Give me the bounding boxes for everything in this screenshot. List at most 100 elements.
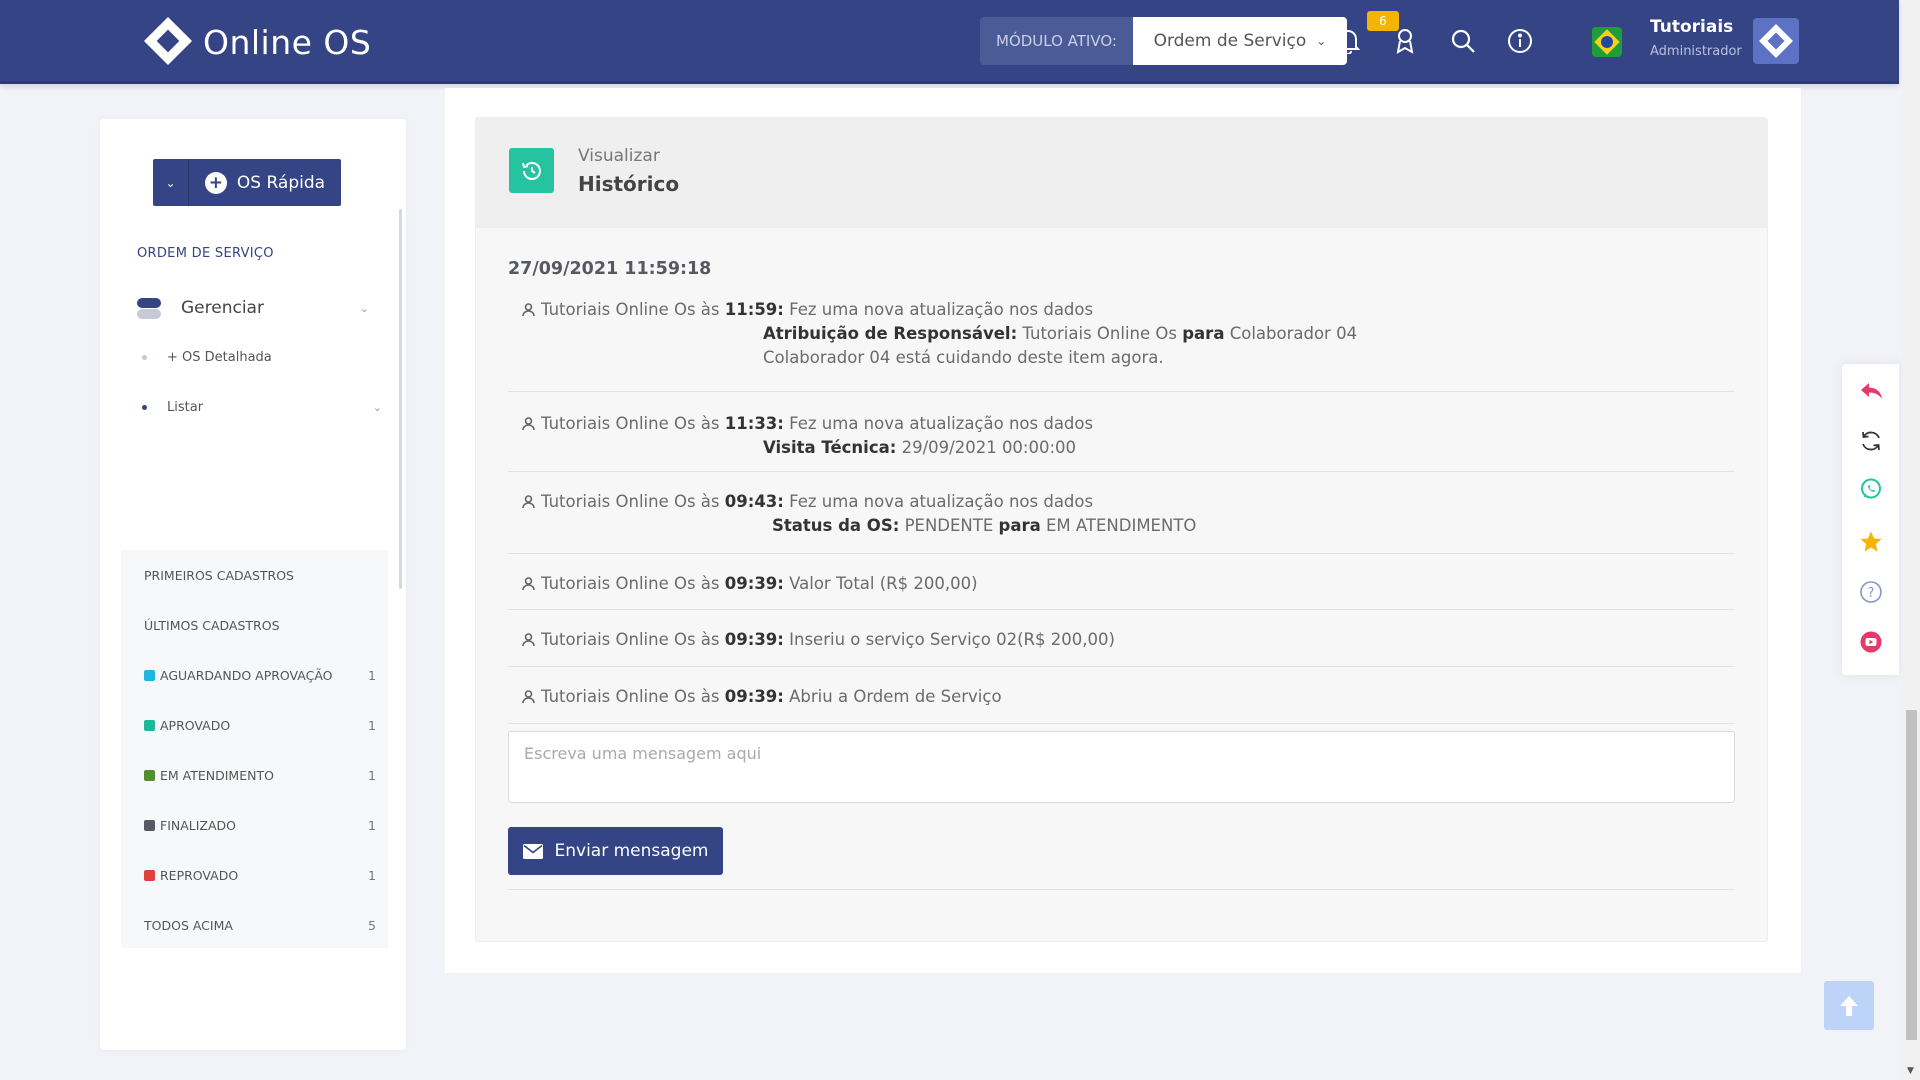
send-message-button[interactable]: Enviar mensagem — [508, 827, 723, 875]
list-item-label: APROVADO — [160, 717, 231, 733]
sidebar: ⌄ + OS Rápida ORDEM DE SERVIÇO Gerenciar… — [100, 119, 406, 1050]
list-item[interactable]: FINALIZADO 1 — [121, 800, 388, 850]
search-icon[interactable] — [1446, 24, 1480, 58]
whatsapp-icon[interactable] — [1856, 474, 1886, 504]
status-color-icon — [144, 719, 155, 731]
star-icon[interactable] — [1856, 527, 1886, 557]
history-entry: Tutoriais Online Os às 09:39: Inseriu o … — [508, 610, 1735, 667]
entry-text: Fez uma nova atualização nos dados — [789, 492, 1094, 511]
scrollbar-thumb[interactable] — [1906, 710, 1917, 1040]
list-item-label: TODOS ACIMA — [144, 917, 233, 933]
entry-detail: Atribuição de Responsável: Tutoriais Onl… — [763, 324, 1358, 343]
entry-text: Valor Total (R$ 200,00) — [789, 574, 978, 593]
sidebar-item-label: + OS Detalhada — [167, 350, 272, 365]
entry-author: Tutoriais Online Os às — [541, 414, 720, 433]
user-name[interactable]: Tutoriais — [1650, 17, 1733, 37]
history-icon — [509, 148, 554, 193]
module-selector: MÓDULO ATIVO: Ordem de Serviço ⌄ — [980, 17, 1347, 65]
chevron-down-icon: ⌄ — [359, 301, 369, 315]
history-entry: Tutoriais Online Os às 11:59: Fez uma no… — [508, 292, 1735, 392]
user-icon — [522, 576, 535, 590]
list-item-count: 1 — [368, 767, 376, 783]
entry-detail: Visita Técnica: 29/09/2021 00:00:00 — [763, 438, 1077, 457]
divider — [508, 889, 1735, 890]
sidebar-item-listar[interactable]: Listar ⌄ — [142, 400, 382, 415]
scroll-to-top-button[interactable] — [1824, 981, 1874, 1030]
page-scrollbar[interactable]: ▼ — [1903, 0, 1920, 1080]
entry-detail: Status da OS: PENDENTE para EM ATENDIMEN… — [772, 516, 1197, 535]
entry-author: Tutoriais Online Os às — [541, 687, 720, 706]
module-label: MÓDULO ATIVO: — [980, 17, 1133, 65]
quick-os-button[interactable]: ⌄ + OS Rápida — [153, 159, 341, 206]
top-navbar: Online OS MÓDULO ATIVO: Ordem de Serviço… — [0, 0, 1899, 84]
sidebar-item-gerenciar[interactable]: Gerenciar ⌄ — [137, 296, 369, 320]
list-item-label: REPROVADO — [160, 867, 239, 883]
info-icon[interactable] — [1503, 24, 1537, 58]
list-item-count: 1 — [368, 867, 376, 883]
scroll-down-arrow-icon[interactable]: ▼ — [1907, 1066, 1914, 1076]
entry-author: Tutoriais Online Os às — [541, 574, 720, 593]
refresh-icon[interactable] — [1856, 426, 1886, 456]
logo[interactable]: Online OS — [143, 16, 371, 68]
list-item[interactable]: ÚLTIMOS CADASTROS — [121, 600, 388, 650]
entry-text: Abriu a Ordem de Serviço — [789, 687, 1002, 706]
chevron-down-icon: ⌄ — [372, 401, 382, 414]
bell-icon[interactable] — [1331, 24, 1365, 58]
sidebar-item-label: Gerenciar — [181, 298, 264, 318]
award-icon[interactable] — [1388, 24, 1422, 58]
history-entry: Tutoriais Online Os às 09:43: Fez uma no… — [508, 472, 1735, 554]
list-item[interactable]: PRIMEIROS CADASTROS — [121, 550, 388, 600]
user-icon — [522, 302, 535, 316]
entry-detail: Colaborador 04 está cuidando deste item … — [763, 348, 1164, 367]
list-item[interactable]: REPROVADO 1 — [121, 850, 388, 900]
status-color-icon — [144, 769, 155, 781]
list-item[interactable]: AGUARDANDO APROVAÇÃO 1 — [121, 650, 388, 700]
entry-text: Fez uma nova atualização nos dados — [789, 414, 1094, 433]
entry-author: Tutoriais Online Os às — [541, 630, 720, 649]
list-item[interactable]: EM ATENDIMENTO 1 — [121, 750, 388, 800]
user-icon — [522, 494, 535, 508]
history-entry: Tutoriais Online Os às 11:33: Fez uma no… — [508, 392, 1735, 472]
list-item[interactable]: TODOS ACIMA 5 — [121, 900, 388, 950]
bullet-icon — [142, 405, 147, 410]
entry-author: Tutoriais Online Os às — [541, 300, 720, 319]
user-icon — [522, 416, 535, 430]
entry-time: 09:43: — [724, 492, 784, 511]
entry-time: 09:39: — [724, 687, 784, 706]
history-entry: Tutoriais Online Os às 09:39: Valor Tota… — [508, 554, 1735, 610]
plus-circle-icon: + — [204, 171, 227, 194]
list-item-label: ÚLTIMOS CADASTROS — [144, 617, 280, 633]
sidebar-item-os-detalhada[interactable]: + OS Detalhada — [142, 350, 272, 365]
envelope-icon — [522, 843, 543, 859]
logo-text: Online OS — [203, 22, 372, 62]
module-dropdown[interactable]: Ordem de Serviço ⌄ — [1132, 17, 1347, 65]
brazil-flag-icon[interactable] — [1592, 27, 1622, 57]
logo-icon — [143, 16, 195, 68]
card-header: Visualizar Histórico — [476, 118, 1767, 228]
youtube-icon[interactable] — [1856, 627, 1886, 657]
entry-author: Tutoriais Online Os às — [541, 492, 720, 511]
entry-time: 11:59: — [724, 300, 784, 319]
status-color-icon — [144, 819, 155, 831]
chevron-down-icon[interactable]: ⌄ — [153, 159, 189, 206]
send-message-label: Enviar mensagem — [554, 841, 709, 861]
list-item-count: 5 — [368, 917, 376, 933]
user-role: Administrador — [1650, 44, 1742, 59]
avatar[interactable] — [1753, 18, 1799, 64]
arrow-up-icon — [1840, 995, 1858, 1016]
list-item[interactable]: APROVADO 1 — [121, 700, 388, 750]
history-entry: Tutoriais Online Os às 09:39: Abriu a Or… — [508, 667, 1735, 724]
quick-os-label: OS Rápida — [236, 172, 326, 193]
sidebar-scrollbar[interactable] — [399, 209, 402, 589]
reply-icon[interactable] — [1856, 376, 1886, 406]
help-icon[interactable]: ? — [1856, 577, 1886, 607]
user-icon — [522, 689, 535, 703]
list-item-label: AGUARDANDO APROVAÇÃO — [160, 667, 333, 683]
entry-text: Inseriu o serviço Serviço 02(R$ 200,00) — [789, 630, 1115, 649]
message-input[interactable] — [508, 731, 1735, 803]
quick-actions-bar: ? — [1842, 364, 1899, 675]
card-title: Histórico — [578, 172, 680, 196]
toggle-icon — [137, 296, 161, 320]
list-item-count: 1 — [368, 667, 376, 683]
section-title: ORDEM DE SERVIÇO — [137, 246, 274, 261]
